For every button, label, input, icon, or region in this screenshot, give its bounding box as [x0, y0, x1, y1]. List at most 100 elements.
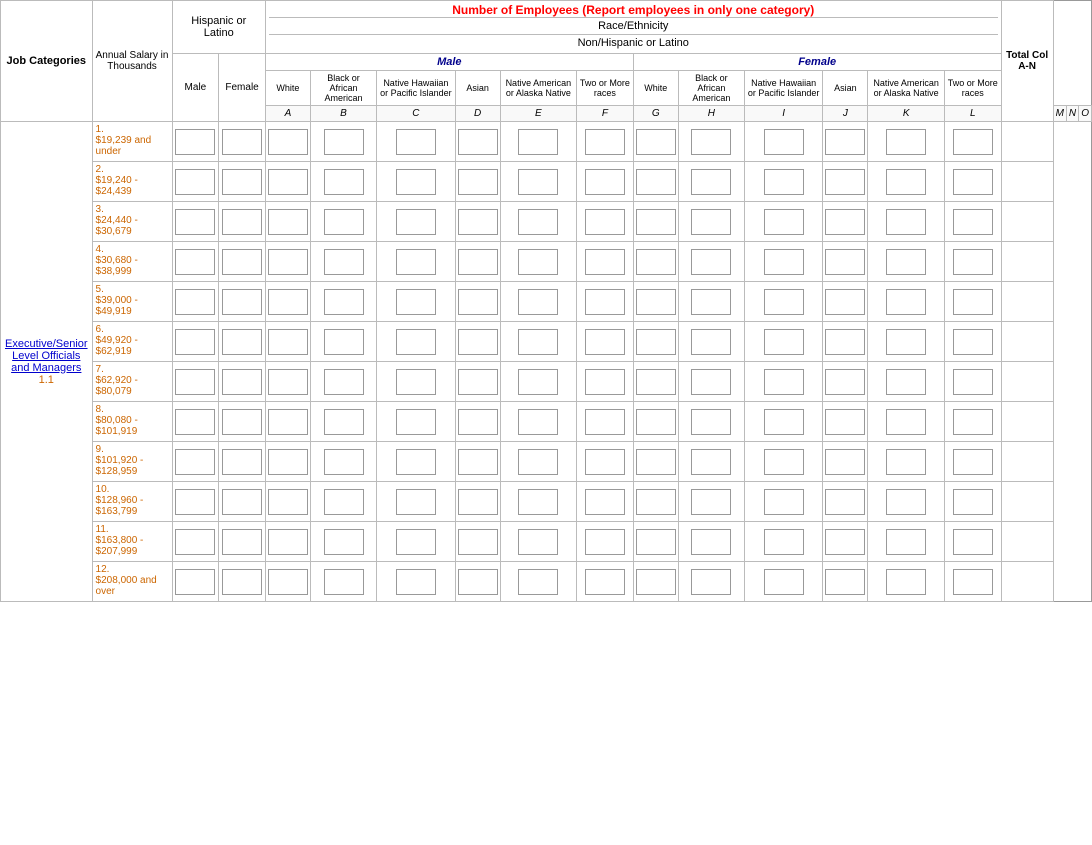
input-A-9[interactable]	[175, 449, 215, 475]
input-D-11[interactable]	[324, 529, 364, 555]
input-D-1[interactable]	[324, 129, 364, 155]
input-I-6[interactable]	[636, 329, 676, 355]
input-E-10[interactable]	[396, 489, 436, 515]
input-B-5[interactable]	[222, 289, 262, 315]
input-F-10[interactable]	[458, 489, 498, 515]
input-C-8[interactable]	[268, 409, 308, 435]
input-L-12[interactable]	[825, 569, 865, 595]
input-E-8[interactable]	[396, 409, 436, 435]
input-N-4[interactable]	[953, 249, 993, 275]
input-C-12[interactable]	[268, 569, 308, 595]
input-B-2[interactable]	[222, 169, 262, 195]
input-G-5[interactable]	[518, 289, 558, 315]
input-E-4[interactable]	[396, 249, 436, 275]
input-J-5[interactable]	[691, 289, 731, 315]
input-C-1[interactable]	[268, 129, 308, 155]
input-B-10[interactable]	[222, 489, 262, 515]
input-F-3[interactable]	[458, 209, 498, 235]
input-I-11[interactable]	[636, 529, 676, 555]
input-B-8[interactable]	[222, 409, 262, 435]
input-B-7[interactable]	[222, 369, 262, 395]
input-H-6[interactable]	[585, 329, 625, 355]
input-N-10[interactable]	[953, 489, 993, 515]
input-M-8[interactable]	[886, 409, 926, 435]
input-C-7[interactable]	[268, 369, 308, 395]
input-M-4[interactable]	[886, 249, 926, 275]
input-A-6[interactable]	[175, 329, 215, 355]
input-H-10[interactable]	[585, 489, 625, 515]
input-N-2[interactable]	[953, 169, 993, 195]
input-D-4[interactable]	[324, 249, 364, 275]
input-G-9[interactable]	[518, 449, 558, 475]
input-E-11[interactable]	[396, 529, 436, 555]
input-K-10[interactable]	[764, 489, 804, 515]
input-C-4[interactable]	[268, 249, 308, 275]
input-A-1[interactable]	[175, 129, 215, 155]
input-J-4[interactable]	[691, 249, 731, 275]
input-J-12[interactable]	[691, 569, 731, 595]
input-M-10[interactable]	[886, 489, 926, 515]
input-L-2[interactable]	[825, 169, 865, 195]
input-E-1[interactable]	[396, 129, 436, 155]
input-L-9[interactable]	[825, 449, 865, 475]
input-M-5[interactable]	[886, 289, 926, 315]
input-D-6[interactable]	[324, 329, 364, 355]
input-G-10[interactable]	[518, 489, 558, 515]
input-I-4[interactable]	[636, 249, 676, 275]
input-E-9[interactable]	[396, 449, 436, 475]
input-I-5[interactable]	[636, 289, 676, 315]
input-E-12[interactable]	[396, 569, 436, 595]
input-A-8[interactable]	[175, 409, 215, 435]
input-E-3[interactable]	[396, 209, 436, 235]
input-J-6[interactable]	[691, 329, 731, 355]
input-M-7[interactable]	[886, 369, 926, 395]
input-E-5[interactable]	[396, 289, 436, 315]
input-M-2[interactable]	[886, 169, 926, 195]
input-M-6[interactable]	[886, 329, 926, 355]
input-J-2[interactable]	[691, 169, 731, 195]
input-I-1[interactable]	[636, 129, 676, 155]
input-J-11[interactable]	[691, 529, 731, 555]
input-H-7[interactable]	[585, 369, 625, 395]
input-K-12[interactable]	[764, 569, 804, 595]
input-A-2[interactable]	[175, 169, 215, 195]
input-J-9[interactable]	[691, 449, 731, 475]
input-C-2[interactable]	[268, 169, 308, 195]
input-B-6[interactable]	[222, 329, 262, 355]
input-G-4[interactable]	[518, 249, 558, 275]
input-A-4[interactable]	[175, 249, 215, 275]
input-K-9[interactable]	[764, 449, 804, 475]
input-J-3[interactable]	[691, 209, 731, 235]
input-F-2[interactable]	[458, 169, 498, 195]
input-D-12[interactable]	[324, 569, 364, 595]
input-L-5[interactable]	[825, 289, 865, 315]
input-L-8[interactable]	[825, 409, 865, 435]
input-E-2[interactable]	[396, 169, 436, 195]
input-N-11[interactable]	[953, 529, 993, 555]
input-A-10[interactable]	[175, 489, 215, 515]
input-L-10[interactable]	[825, 489, 865, 515]
input-A-5[interactable]	[175, 289, 215, 315]
input-J-10[interactable]	[691, 489, 731, 515]
input-N-1[interactable]	[953, 129, 993, 155]
input-G-2[interactable]	[518, 169, 558, 195]
input-L-6[interactable]	[825, 329, 865, 355]
input-H-4[interactable]	[585, 249, 625, 275]
input-G-12[interactable]	[518, 569, 558, 595]
input-C-11[interactable]	[268, 529, 308, 555]
input-L-4[interactable]	[825, 249, 865, 275]
input-G-3[interactable]	[518, 209, 558, 235]
input-N-9[interactable]	[953, 449, 993, 475]
input-N-5[interactable]	[953, 289, 993, 315]
input-C-3[interactable]	[268, 209, 308, 235]
input-K-1[interactable]	[764, 129, 804, 155]
input-G-8[interactable]	[518, 409, 558, 435]
input-G-11[interactable]	[518, 529, 558, 555]
input-N-7[interactable]	[953, 369, 993, 395]
input-N-3[interactable]	[953, 209, 993, 235]
input-B-4[interactable]	[222, 249, 262, 275]
input-K-7[interactable]	[764, 369, 804, 395]
input-K-6[interactable]	[764, 329, 804, 355]
input-B-3[interactable]	[222, 209, 262, 235]
input-A-7[interactable]	[175, 369, 215, 395]
